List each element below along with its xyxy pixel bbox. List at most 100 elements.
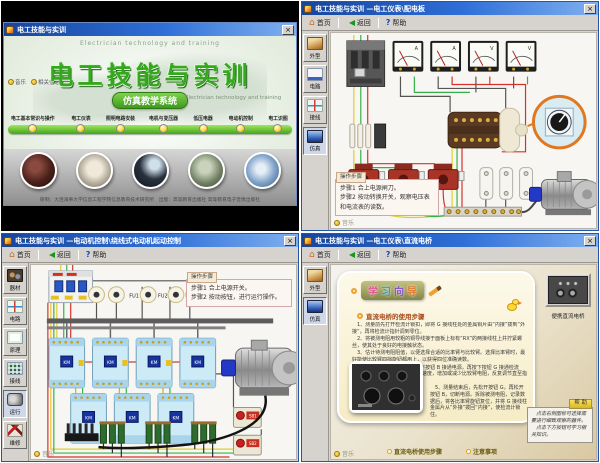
home-button[interactable]: ⌂首页	[305, 17, 335, 29]
home-button[interactable]: ⌂首页	[5, 249, 35, 261]
music-icon	[334, 220, 340, 226]
back-button[interactable]: 返回	[342, 249, 375, 261]
sidebar-button-circuit[interactable]: 电路	[3, 297, 27, 325]
circuit-canvas[interactable]: FU1 FU2 KM KM KM KM	[30, 264, 297, 460]
music-toggle[interactable]: 音乐	[334, 218, 354, 227]
panel-meter-1[interactable]: A	[393, 41, 424, 72]
back-button[interactable]: 返回	[42, 249, 75, 261]
button-station-2[interactable]: SB2	[233, 435, 261, 455]
fuses[interactable]: FU1 FU2	[89, 287, 202, 303]
menu-dot[interactable]	[76, 124, 85, 133]
tools-icon	[7, 269, 23, 282]
button-station-1[interactable]: SB1	[233, 408, 261, 428]
menu-item-basics[interactable]: 电工基本常识与操作	[8, 114, 58, 133]
back-button[interactable]: 返回	[342, 17, 375, 29]
menu-dot[interactable]	[28, 124, 37, 133]
sidebar-button-equipment[interactable]: 器材	[3, 266, 27, 294]
menu-dot[interactable]	[116, 124, 125, 133]
menu-item-lowvoltage[interactable]: 低压电器	[189, 114, 217, 133]
sidebar-button-simulation[interactable]: 仿真	[303, 127, 327, 155]
app-icon	[304, 5, 312, 13]
sidebar-button-simulation[interactable]: 仿真	[303, 297, 327, 325]
toolbar-separator	[338, 250, 339, 260]
close-icon[interactable]: ×	[284, 236, 296, 246]
fuse-tubes[interactable]	[350, 124, 386, 148]
link-usage-steps[interactable]: 直流电桥使用步骤	[387, 447, 442, 456]
sidebar-button-appearance[interactable]: 外型	[303, 34, 327, 62]
back-icon	[346, 252, 355, 258]
ring-icon	[351, 288, 357, 294]
panel-meter-4[interactable]: V	[506, 41, 537, 72]
panel-meter-3[interactable]: V	[468, 41, 499, 72]
product-photo-component	[132, 152, 169, 189]
help-button[interactable]: ?帮助	[382, 17, 411, 29]
sidebar-button-run[interactable]: 运行	[3, 390, 27, 418]
bullet-icon	[357, 313, 363, 319]
help-button[interactable]: ?帮助	[382, 249, 411, 261]
svg-text:FU2: FU2	[158, 294, 168, 300]
sidebar-button-circuit[interactable]: 电路	[303, 65, 327, 93]
sidebar: 外型 仿真	[302, 263, 329, 461]
menu-dot[interactable]	[159, 124, 168, 133]
menu-item-lighting[interactable]: 照明电路安装	[104, 114, 137, 133]
music-toggle[interactable]: 音乐	[34, 449, 54, 458]
changeover-switch[interactable]	[448, 108, 527, 152]
help-button[interactable]: ?帮助	[82, 249, 111, 261]
bridge-thumbnail-button[interactable]	[545, 273, 591, 307]
svg-text:KM: KM	[173, 415, 180, 421]
titlebar[interactable]: 电工技能与实训 —电工仪表\直流电桥 ×	[302, 234, 598, 247]
svg-text:SB2: SB2	[249, 441, 257, 446]
motor[interactable]	[530, 172, 596, 216]
titlebar[interactable]: 电工技能与实训 ×	[4, 23, 296, 36]
home-icon: ⌂	[309, 251, 315, 259]
content-title: 直流电桥的使用步骤	[366, 311, 425, 321]
menu-dot[interactable]	[236, 124, 245, 133]
terminals-icon	[7, 362, 23, 375]
circuit-canvas[interactable]: A A V	[330, 32, 597, 229]
close-icon[interactable]: ×	[584, 236, 596, 246]
step-1: 步骤1 合上电源开关。	[191, 284, 287, 293]
close-icon[interactable]: ×	[282, 25, 294, 35]
sidebar-button-repair[interactable]: 维修	[3, 421, 27, 449]
panel-meter-2[interactable]: A	[430, 41, 461, 72]
toolbar: ⌂首页 返回 ?帮助	[2, 247, 298, 263]
sidebar-button-wiring[interactable]: 接线	[303, 96, 327, 124]
sidebar-button-principle[interactable]: 原理	[3, 328, 27, 356]
menu-item-motorcontrol[interactable]: 电动机控制	[227, 114, 255, 133]
terminal-strip[interactable]	[444, 207, 521, 216]
close-icon[interactable]: ×	[584, 4, 596, 14]
svg-text:SB1: SB1	[249, 413, 257, 418]
steps-tab: 操作步骤	[336, 172, 366, 183]
busbars	[47, 318, 273, 329]
window-title: 电工技能与实训 —电工仪表\配电板	[315, 4, 581, 14]
guide-header: 学 习 向 导	[351, 281, 442, 300]
dc-bridge-photo	[349, 361, 423, 413]
home-button[interactable]: ⌂首页	[305, 249, 335, 261]
titlebar[interactable]: 电工技能与实训 —电工仪表\配电板 ×	[302, 2, 598, 15]
music-label: 音乐	[342, 449, 354, 458]
credits-line: 研制：大连海事大学信息工程学院信息教育技术研究所 出版：高等教育出版社 高等教育…	[11, 196, 288, 203]
main-knife-switch[interactable]	[347, 41, 385, 87]
menu-item-machines[interactable]: 电机与变压器	[147, 114, 180, 133]
motor-control-window: 电工技能与实训 —电动机控制\绕线式电动机起动控制 × ⌂首页 返回 ?帮助 器…	[1, 233, 299, 462]
circuit-breaker[interactable]	[49, 271, 93, 303]
svg-text:KM: KM	[151, 360, 158, 366]
pliers-icon	[7, 424, 23, 437]
toolbar-separator	[378, 250, 379, 260]
fuse-carriers[interactable]	[480, 168, 533, 200]
menu-item-instruments[interactable]: 电工仪表	[67, 114, 95, 133]
menu-dot[interactable]	[199, 124, 208, 133]
operation-steps-panel: 操作步骤 步骤1 合上电源开关。 步骤2 按动按钮，进行运行操作。	[186, 279, 292, 307]
link-notes[interactable]: 注意事项	[466, 447, 497, 456]
sidebar-button-appearance[interactable]: 外型	[303, 266, 327, 294]
svg-text:KM: KM	[85, 415, 92, 421]
menu-dot[interactable]	[273, 124, 282, 133]
menu-item-diagrams[interactable]: 电工识图	[264, 114, 292, 133]
contactors-top[interactable]: KM KM KM KM	[49, 338, 216, 387]
titlebar[interactable]: 电工技能与实训 —电动机控制\绕线式电动机起动控制 ×	[2, 234, 298, 247]
window-title: 电工技能与实训 —电工仪表\直流电桥	[315, 236, 581, 246]
music-toggle[interactable]: 音乐	[334, 449, 354, 458]
learning-guide-card: 学 习 向 导 直流电桥的使用步骤 1、测量前先打开检流计锁扣，即将 G 接线柱	[337, 271, 535, 423]
computer-icon	[307, 300, 323, 313]
sidebar-button-terminals[interactable]: 接线	[3, 359, 27, 387]
